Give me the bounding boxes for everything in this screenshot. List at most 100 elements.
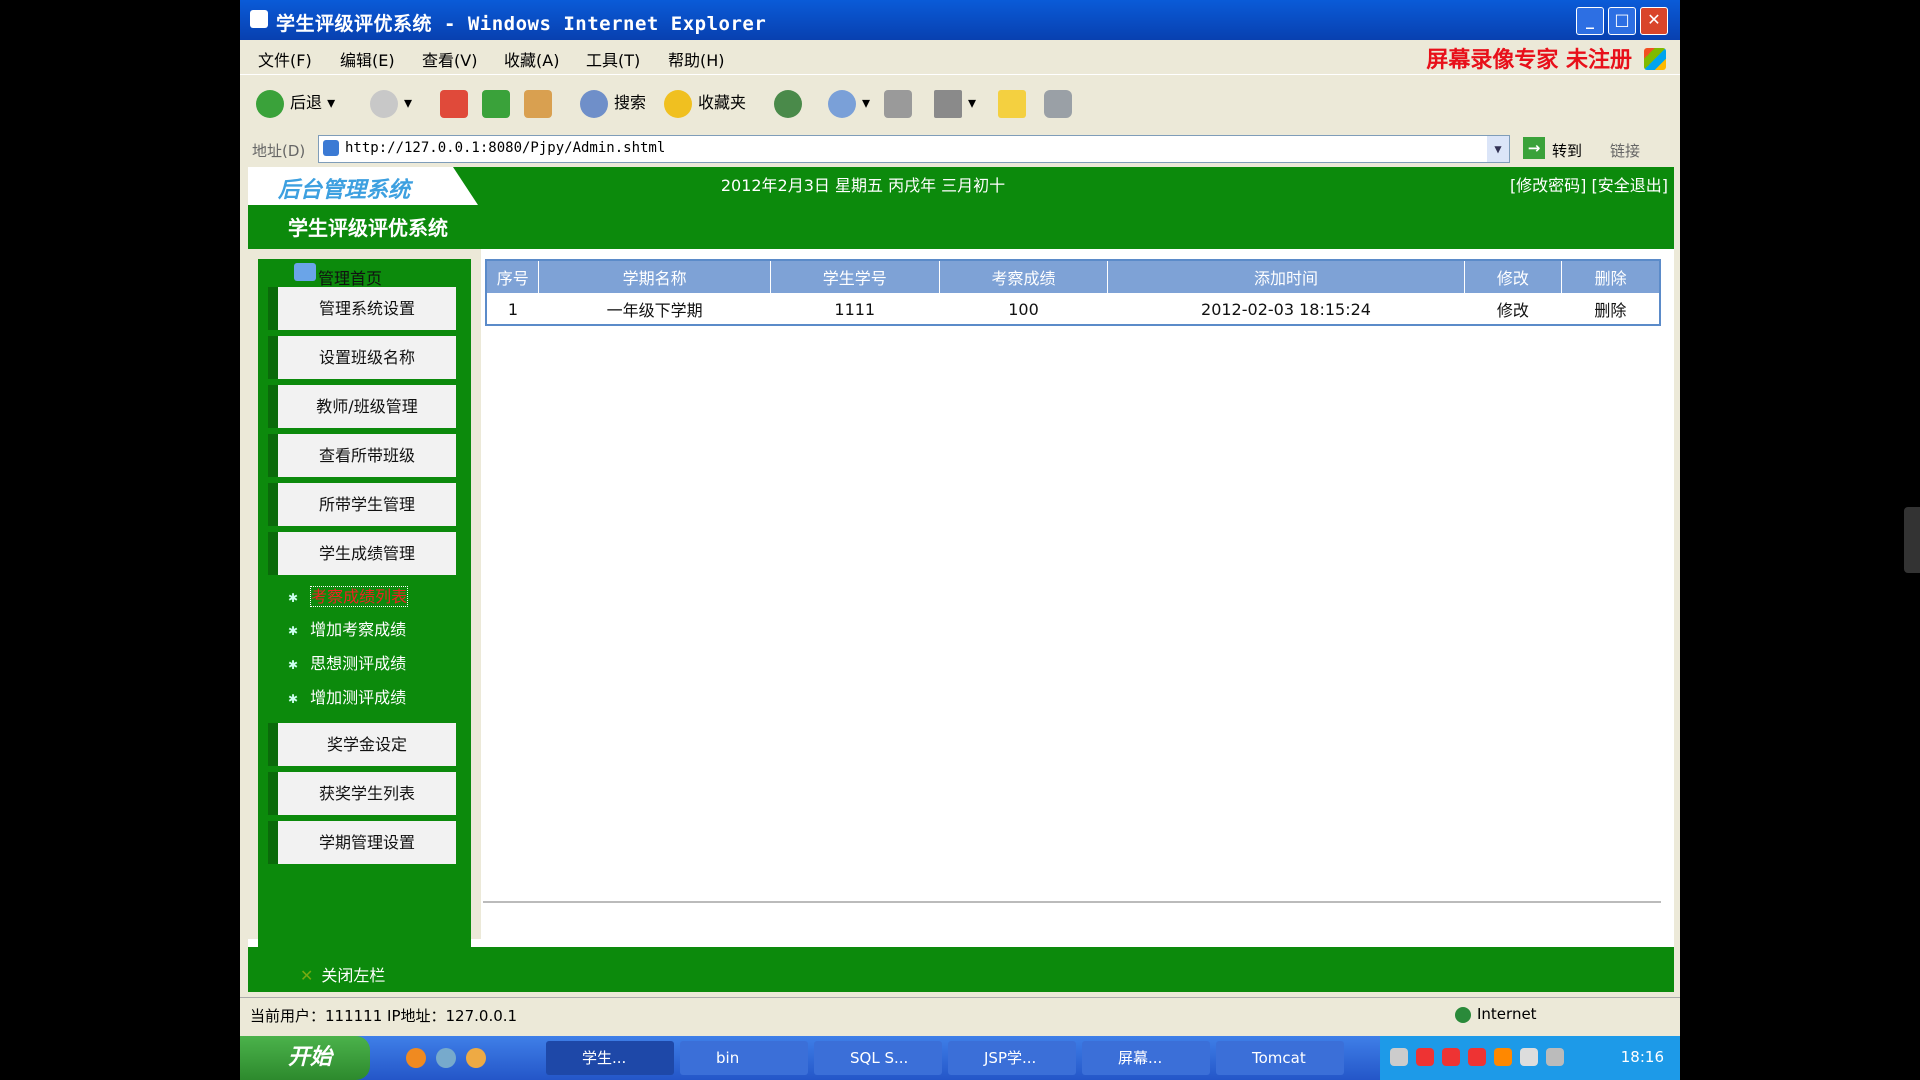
address-url: http://127.0.0.1:8080/Pjpy/Admin.shtml: [345, 140, 666, 156]
sub-item-moral-scores[interactable]: ✱ 思想测评成绩: [288, 650, 406, 674]
nav-view-classes[interactable]: 查看所带班级: [268, 434, 456, 477]
address-bar: 地址(D) http://127.0.0.1:8080/Pjpy/Admin.s…: [240, 131, 1680, 167]
maximize-button[interactable]: □: [1608, 7, 1636, 35]
task-sql[interactable]: SQL S...: [814, 1041, 942, 1075]
go-button[interactable]: 转到: [1552, 140, 1582, 161]
nav-scholarship[interactable]: 奖学金设定: [268, 723, 456, 766]
quicklaunch-icon[interactable]: [466, 1048, 486, 1068]
search-label: 搜索: [614, 93, 647, 112]
minimize-button[interactable]: _: [1576, 7, 1604, 35]
nav-system-settings[interactable]: 管理系统设置: [268, 287, 456, 330]
discuss-button[interactable]: [998, 87, 1032, 119]
quicklaunch-icon[interactable]: [436, 1048, 456, 1068]
system-title: 学生评级评优系统: [288, 216, 448, 240]
start-button[interactable]: 开始: [240, 1036, 370, 1080]
col-header: 序号: [485, 259, 540, 294]
nav-term-settings[interactable]: 学期管理设置: [268, 821, 456, 864]
address-label: 地址(D): [252, 142, 306, 160]
globe-icon: [1455, 1006, 1471, 1023]
watermark: 屏幕录像专家 未注册: [1426, 47, 1632, 73]
cell-time: 2012-02-03 18:15:24: [1201, 299, 1371, 319]
quicklaunch-icon[interactable]: [406, 1048, 426, 1068]
messenger-button[interactable]: [1044, 87, 1078, 119]
security-icon[interactable]: [1494, 1048, 1512, 1066]
search-icon: [580, 89, 608, 118]
status-zone: Internet: [1455, 1005, 1537, 1023]
stop-icon: [440, 89, 468, 118]
task-jsp[interactable]: JSP学...: [948, 1041, 1076, 1075]
mail-button[interactable]: ▾: [828, 87, 870, 119]
print-button[interactable]: [884, 87, 918, 119]
task-ie[interactable]: 学生...: [546, 1041, 674, 1075]
side-scroll-tab[interactable]: [1904, 507, 1920, 573]
taskbar: 开始 学生... bin SQL S... JSP学... 屏幕... Tomc…: [240, 1036, 1680, 1080]
nav-student-manage[interactable]: 所带学生管理: [268, 483, 456, 526]
favorites-button[interactable]: 收藏夹: [664, 87, 746, 119]
note-icon: [998, 89, 1026, 118]
refresh-button[interactable]: [482, 87, 516, 119]
ie-window: 学生评级评优系统 - Windows Internet Explorer _ □…: [240, 0, 1680, 1080]
nav-class-name[interactable]: 设置班级名称: [268, 336, 456, 379]
title-bar: 学生评级评优系统 - Windows Internet Explorer _ □…: [240, 0, 1680, 40]
ie-icon: [250, 10, 268, 28]
keyboard-icon[interactable]: [1390, 1048, 1408, 1066]
menu-tools[interactable]: 工具(T): [586, 47, 640, 71]
cell-score: 100: [1008, 299, 1039, 319]
col-header: 添加时间: [1107, 259, 1465, 294]
task-screen[interactable]: 屏幕...: [1082, 1041, 1210, 1075]
clock: 18:16: [1620, 1048, 1664, 1066]
menu-bar: 文件(F) 编辑(E) 查看(V) 收藏(A) 工具(T) 帮助(H) 屏幕录像…: [240, 40, 1680, 74]
menu-file[interactable]: 文件(F): [258, 47, 312, 71]
page-icon: [323, 140, 339, 156]
go-arrow-icon[interactable]: →: [1523, 137, 1545, 159]
history-icon: [774, 89, 802, 118]
print-icon: [884, 89, 912, 118]
sub-item-add-exam[interactable]: ✱ 增加考察成绩: [288, 616, 406, 640]
home-button[interactable]: [524, 87, 558, 119]
edit-link[interactable]: 修改: [1464, 294, 1562, 326]
zone-label: Internet: [1477, 1005, 1537, 1023]
stop-button[interactable]: [440, 87, 474, 119]
nav-score-manage[interactable]: 学生成绩管理: [268, 532, 456, 575]
close-sidebar-link[interactable]: ✕ 关闭左栏: [300, 962, 385, 986]
close-button[interactable]: ✕: [1640, 7, 1668, 35]
qq-icon[interactable]: [1468, 1048, 1486, 1066]
menu-edit[interactable]: 编辑(E): [340, 47, 395, 71]
messenger-icon: [1044, 89, 1072, 118]
edit-icon: [934, 89, 962, 118]
task-tomcat[interactable]: Tomcat: [1216, 1041, 1344, 1075]
col-header: 修改: [1463, 259, 1563, 294]
sub-item-exam-list[interactable]: ✱ 考察成绩列表: [288, 583, 409, 607]
status-bar: 当前用户：111111 IP地址：127.0.0.1 Internet: [240, 997, 1680, 1030]
network-icon[interactable]: [1520, 1048, 1538, 1066]
star-bullet-icon: ✱: [288, 692, 299, 706]
address-input[interactable]: http://127.0.0.1:8080/Pjpy/Admin.shtml ▼: [318, 135, 1510, 163]
menu-view[interactable]: 查看(V): [422, 47, 477, 71]
sub-item-add-moral[interactable]: ✱ 增加测评成绩: [288, 684, 406, 708]
forward-button[interactable]: ▾: [370, 87, 412, 119]
sidebar-home[interactable]: 管理首页: [318, 265, 382, 289]
address-dropdown-icon[interactable]: ▼: [1487, 136, 1509, 162]
links-button[interactable]: 链接: [1610, 140, 1640, 161]
menu-help[interactable]: 帮助(H): [668, 47, 725, 71]
qq-icon[interactable]: [1442, 1048, 1460, 1066]
col-header: 学期名称: [538, 259, 771, 294]
nav-teacher-class[interactable]: 教师/班级管理: [268, 385, 456, 428]
menu-favorites[interactable]: 收藏(A): [504, 47, 559, 71]
home-monitor-icon: [294, 263, 316, 281]
task-bin[interactable]: bin: [680, 1041, 808, 1075]
forward-arrow-icon: [370, 89, 398, 118]
search-button[interactable]: 搜索: [580, 87, 646, 119]
back-button[interactable]: 后退 ▾: [256, 87, 335, 119]
edit-button[interactable]: ▾: [934, 87, 976, 119]
delete-link[interactable]: 删除: [1562, 294, 1660, 326]
sub-item-label: 增加考察成绩: [310, 620, 407, 639]
monitor-icon[interactable]: [1546, 1048, 1564, 1066]
history-button[interactable]: [774, 87, 808, 119]
star-icon: [664, 89, 692, 118]
mail-icon: [828, 89, 856, 118]
star-bullet-icon: ✱: [288, 658, 299, 672]
nav-award-list[interactable]: 获奖学生列表: [268, 772, 456, 815]
account-links[interactable]: [修改密码] [安全退出]: [1510, 172, 1668, 196]
qq-icon[interactable]: [1416, 1048, 1434, 1066]
